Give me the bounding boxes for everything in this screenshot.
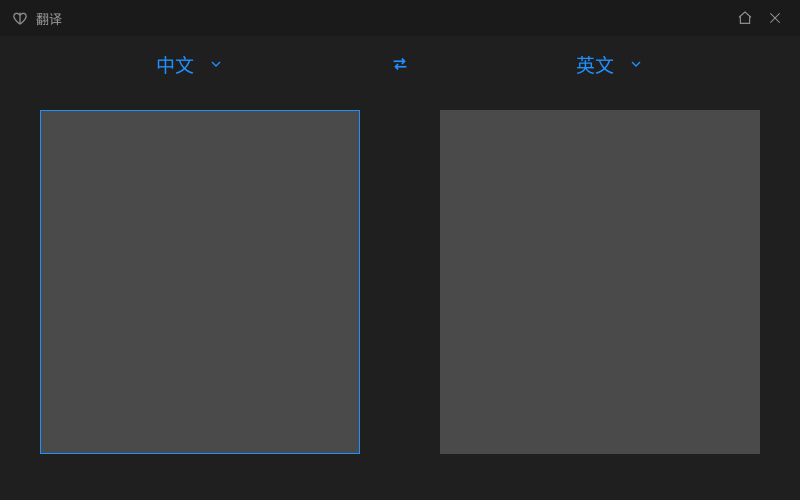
close-button[interactable] xyxy=(760,6,790,30)
chevron-down-icon xyxy=(628,56,644,72)
source-language-select[interactable]: 中文 xyxy=(148,47,232,82)
translation-panels xyxy=(0,92,800,494)
source-language-label: 中文 xyxy=(156,51,194,78)
target-text-output xyxy=(441,111,759,453)
chevron-down-icon xyxy=(208,56,224,72)
swap-languages-button[interactable] xyxy=(370,53,430,75)
swap-icon xyxy=(389,53,411,75)
source-text-input[interactable] xyxy=(41,111,359,453)
window-title: 翻译 xyxy=(36,9,62,28)
app-icon xyxy=(12,10,28,26)
language-bar: 中文 英文 xyxy=(0,36,800,92)
titlebar: 翻译 xyxy=(0,0,800,36)
home-button[interactable] xyxy=(730,6,760,30)
target-language-label: 英文 xyxy=(576,51,614,78)
target-text-panel xyxy=(440,110,760,454)
target-language-select[interactable]: 英文 xyxy=(568,47,652,82)
source-text-panel[interactable] xyxy=(40,110,360,454)
